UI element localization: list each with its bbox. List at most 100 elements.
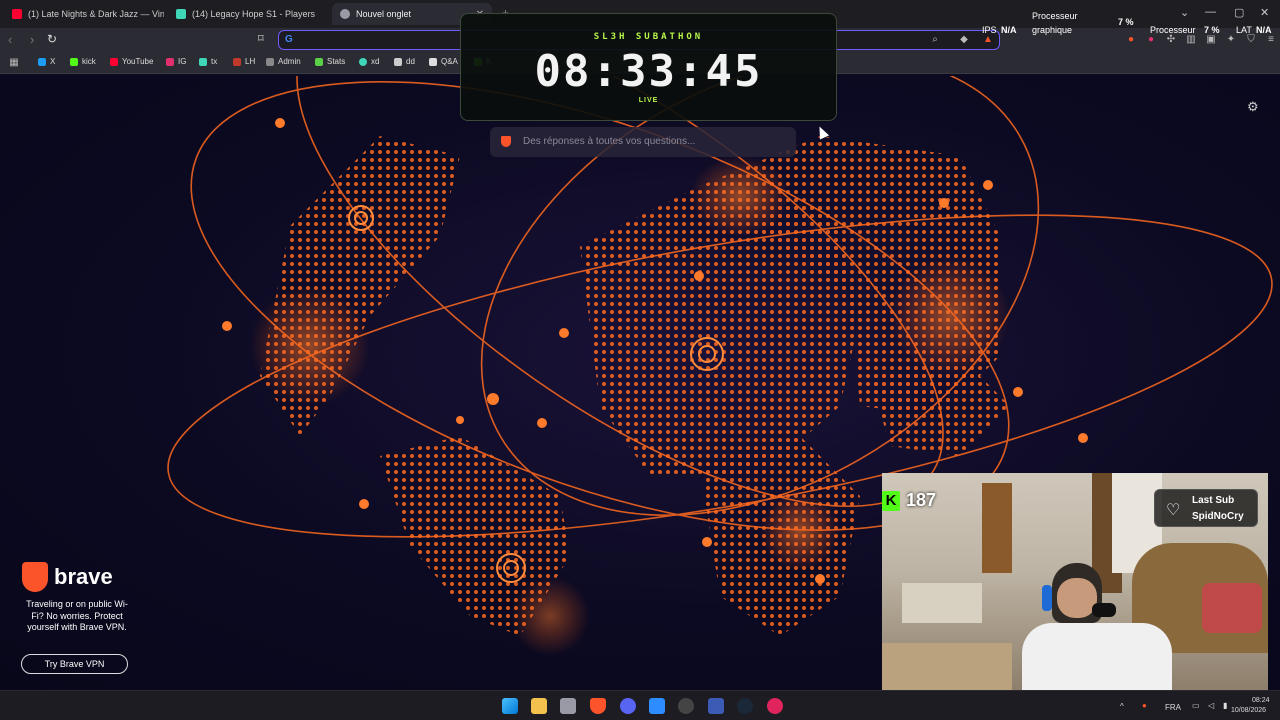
- snipping-tool-icon[interactable]: [560, 698, 576, 714]
- menu-icon[interactable]: ≡: [1265, 34, 1277, 46]
- extension-icon[interactable]: ●: [1125, 34, 1137, 46]
- tab-label: (1) Late Nights & Dark Jazz — Vintag: [28, 9, 164, 19]
- perf-cpu2-percent: 7 %: [1204, 25, 1220, 35]
- door: [982, 483, 1012, 573]
- brave-shields-icon[interactable]: ◆: [958, 34, 970, 46]
- leo-ai-icon[interactable]: ✦: [1225, 34, 1237, 46]
- battery-icon[interactable]: ▮: [1223, 701, 1227, 710]
- perf-ips-label: IPS: [982, 25, 997, 35]
- bookmark-ig[interactable]: IG: [166, 57, 186, 66]
- qa-icon: [429, 57, 437, 66]
- search-input[interactable]: Des réponses à toutes vos questions...: [490, 127, 796, 157]
- bookmark-lh[interactable]: LH: [233, 57, 255, 66]
- headset: [1042, 585, 1052, 611]
- youtube-favicon-icon: [12, 9, 22, 19]
- forward-icon[interactable]: ›: [30, 32, 34, 47]
- app-icon[interactable]: [708, 698, 724, 714]
- subathon-overlay: SL3H SUBATHON 08:33:45 LIVE: [460, 13, 837, 121]
- sofa: [902, 583, 982, 623]
- bookmark-qa[interactable]: Q&A: [429, 57, 458, 66]
- clock-date[interactable]: 10/08/2026: [1231, 707, 1266, 714]
- brave-favicon-icon: [340, 9, 350, 19]
- tab-search-chevron-icon[interactable]: ⌄: [1180, 6, 1189, 19]
- extension-icon[interactable]: ●: [1145, 34, 1157, 46]
- bookmark-icon[interactable]: ⌑: [258, 32, 264, 45]
- tab-label: Nouvel onglet: [356, 9, 412, 19]
- site-favicon-icon: [176, 9, 186, 19]
- kick-logo-icon: K: [882, 490, 900, 511]
- subathon-timer: 08:33:45: [534, 46, 763, 97]
- xd-icon: [359, 57, 367, 66]
- reload-icon[interactable]: ↻: [47, 32, 57, 46]
- tray-chevron-icon[interactable]: ^: [1120, 702, 1124, 711]
- last-sub-widget: ♡ Last Sub SpidNoCry: [1154, 489, 1258, 527]
- perf-cpu2-label: Processeur: [1150, 25, 1196, 35]
- bookmark-xd[interactable]: xd: [359, 57, 379, 66]
- sidebar-icon[interactable]: ▥: [1185, 34, 1197, 46]
- google-icon: G: [285, 34, 293, 45]
- streamer-shirt: [1022, 623, 1172, 690]
- taskbar: [0, 690, 1280, 720]
- back-icon[interactable]: ‹: [8, 32, 12, 47]
- start-icon[interactable]: [502, 698, 518, 714]
- x-icon: [38, 57, 46, 66]
- extensions-puzzle-icon[interactable]: ✣: [1165, 34, 1177, 46]
- apps-grid-icon[interactable]: ▦: [8, 57, 20, 69]
- subathon-status: LIVE: [638, 97, 659, 104]
- heart-icon: ♡: [1166, 502, 1181, 519]
- kick-viewer-counter: K 187: [882, 490, 936, 511]
- try-vpn-button[interactable]: Try Brave VPN: [21, 654, 128, 674]
- network-icon[interactable]: ▭: [1192, 701, 1200, 710]
- perf-gpu-label: graphique: [1032, 25, 1073, 35]
- instagram-icon: [166, 57, 174, 66]
- maximize-icon[interactable]: ▢: [1234, 6, 1244, 19]
- dd-icon: [394, 57, 402, 66]
- bookmark-kick[interactable]: kick: [70, 57, 96, 66]
- last-sub-label: Last Sub: [1192, 495, 1235, 506]
- customize-gear-icon[interactable]: ⚙: [1247, 99, 1259, 115]
- bookmark-admin[interactable]: Admin: [266, 57, 301, 66]
- lh-icon: [233, 57, 241, 66]
- perf-cpu-percent: 7 %: [1118, 17, 1134, 27]
- tab-late-nights[interactable]: (1) Late Nights & Dark Jazz — Vintag: [4, 3, 164, 25]
- language-indicator[interactable]: FRA: [1165, 703, 1181, 712]
- vpn-icon[interactable]: ⛉: [1245, 34, 1257, 46]
- steam-icon[interactable]: [737, 698, 753, 714]
- screen: (1) Late Nights & Dark Jazz — Vintag (14…: [0, 0, 1280, 720]
- kick-icon: [70, 57, 78, 66]
- obs-icon[interactable]: [678, 698, 694, 714]
- clock-time[interactable]: 08:24: [1252, 697, 1270, 704]
- youtube-icon: [110, 57, 118, 66]
- app-icon[interactable]: [767, 698, 783, 714]
- bookmark-tx[interactable]: tx: [199, 57, 217, 66]
- perf-ips-value: N/A: [1001, 25, 1017, 35]
- discord-icon[interactable]: [620, 698, 636, 714]
- bookmark-stats[interactable]: Stats: [315, 57, 345, 66]
- minimize-icon[interactable]: —: [1205, 6, 1216, 18]
- brave-search-icon: [501, 136, 511, 147]
- streamer-face: [1057, 578, 1097, 618]
- volume-icon[interactable]: ◁: [1208, 701, 1214, 710]
- file-explorer-icon[interactable]: [531, 698, 547, 714]
- stats-icon: [315, 57, 323, 66]
- search-placeholder: Des réponses à toutes vos questions...: [523, 136, 696, 147]
- tab-legacy-hope[interactable]: (14) Legacy Hope S1 - Players: [168, 3, 328, 25]
- perf-cpu-label: Processeur: [1032, 11, 1078, 21]
- bookmark-x[interactable]: X: [38, 57, 55, 66]
- microphone-icon[interactable]: ●: [1142, 701, 1147, 710]
- brave-rewards-icon[interactable]: ▲: [982, 34, 994, 46]
- brave-lion-icon: [22, 562, 48, 592]
- app-icon[interactable]: [649, 698, 665, 714]
- bookmark-dd[interactable]: dd: [394, 57, 415, 66]
- brave-taskbar-icon[interactable]: [590, 698, 606, 714]
- bookmark-youtube[interactable]: YouTube: [110, 57, 153, 66]
- close-window-icon[interactable]: ✕: [1260, 6, 1269, 19]
- perf-lat-value: N/A: [1256, 25, 1272, 35]
- zoom-icon[interactable]: ⌕: [929, 34, 941, 46]
- tab-label: (14) Legacy Hope S1 - Players: [192, 9, 316, 19]
- wallet-icon[interactable]: ▣: [1205, 34, 1217, 46]
- vpn-promo-text: Traveling or on public Wi-Fi? No worries…: [26, 599, 128, 632]
- microphone: [1092, 603, 1116, 617]
- tx-icon: [199, 57, 207, 66]
- subathon-title: SL3H SUBATHON: [593, 32, 704, 42]
